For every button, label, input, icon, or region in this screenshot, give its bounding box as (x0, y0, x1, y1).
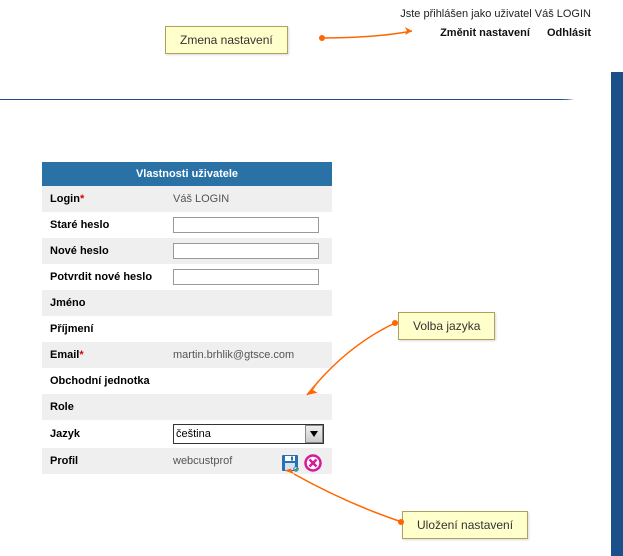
bu-label: Obchodní jednotka (42, 368, 165, 394)
floppy-disk-icon (281, 454, 299, 472)
form-actions (280, 454, 323, 475)
annotation-arrow (320, 25, 430, 48)
email-value: martin.brhlik@gtsce.com (165, 342, 332, 368)
annotation-arrow (286, 468, 416, 531)
new-password-input[interactable] (173, 243, 319, 259)
confirm-password-label: Potvrdit nové heslo (42, 264, 165, 290)
role-label: Role (42, 394, 165, 420)
lastname-value (165, 316, 332, 342)
new-password-label: Nové heslo (42, 238, 165, 264)
profile-label: Profil (42, 448, 165, 474)
header-links: Změnit nastavení Odhlásit (440, 27, 591, 39)
language-select-value: čeština (176, 428, 305, 440)
cancel-button[interactable] (304, 454, 322, 475)
login-value: Váš LOGIN (165, 186, 332, 212)
save-button[interactable] (281, 454, 299, 475)
frame-side (611, 72, 623, 556)
firstname-label: Jméno (42, 290, 165, 316)
lastname-label: Příjmení (42, 316, 165, 342)
form-title: Vlastnosti uživatele (42, 162, 332, 186)
callout-save: Uložení nastavení (402, 511, 528, 539)
frame-curve (0, 52, 623, 100)
role-value (165, 394, 332, 420)
chevron-down-icon (305, 425, 323, 443)
language-select[interactable]: čeština (173, 424, 324, 444)
email-label: Email* (42, 342, 165, 368)
old-password-input[interactable] (173, 217, 319, 233)
bu-value (165, 368, 332, 394)
status-user: Váš LOGIN (535, 8, 591, 20)
cancel-x-icon (304, 454, 322, 472)
old-password-label: Staré heslo (42, 212, 165, 238)
language-label: Jazyk (42, 420, 165, 448)
callout-language: Volba jazyka (398, 312, 495, 340)
status-prefix: Jste přihlášen jako uživatel (400, 8, 535, 20)
login-status: Jste přihlášen jako uživatel Váš LOGIN (400, 8, 591, 20)
firstname-value (165, 290, 332, 316)
callout-settings: Zmena nastavení (165, 26, 288, 54)
user-properties-form: Vlastnosti uživatele Login* Váš LOGIN St… (42, 162, 332, 474)
change-settings-link[interactable]: Změnit nastavení (440, 27, 530, 39)
login-label: Login* (42, 186, 165, 212)
logout-link[interactable]: Odhlásit (547, 27, 591, 39)
confirm-password-input[interactable] (173, 269, 319, 285)
